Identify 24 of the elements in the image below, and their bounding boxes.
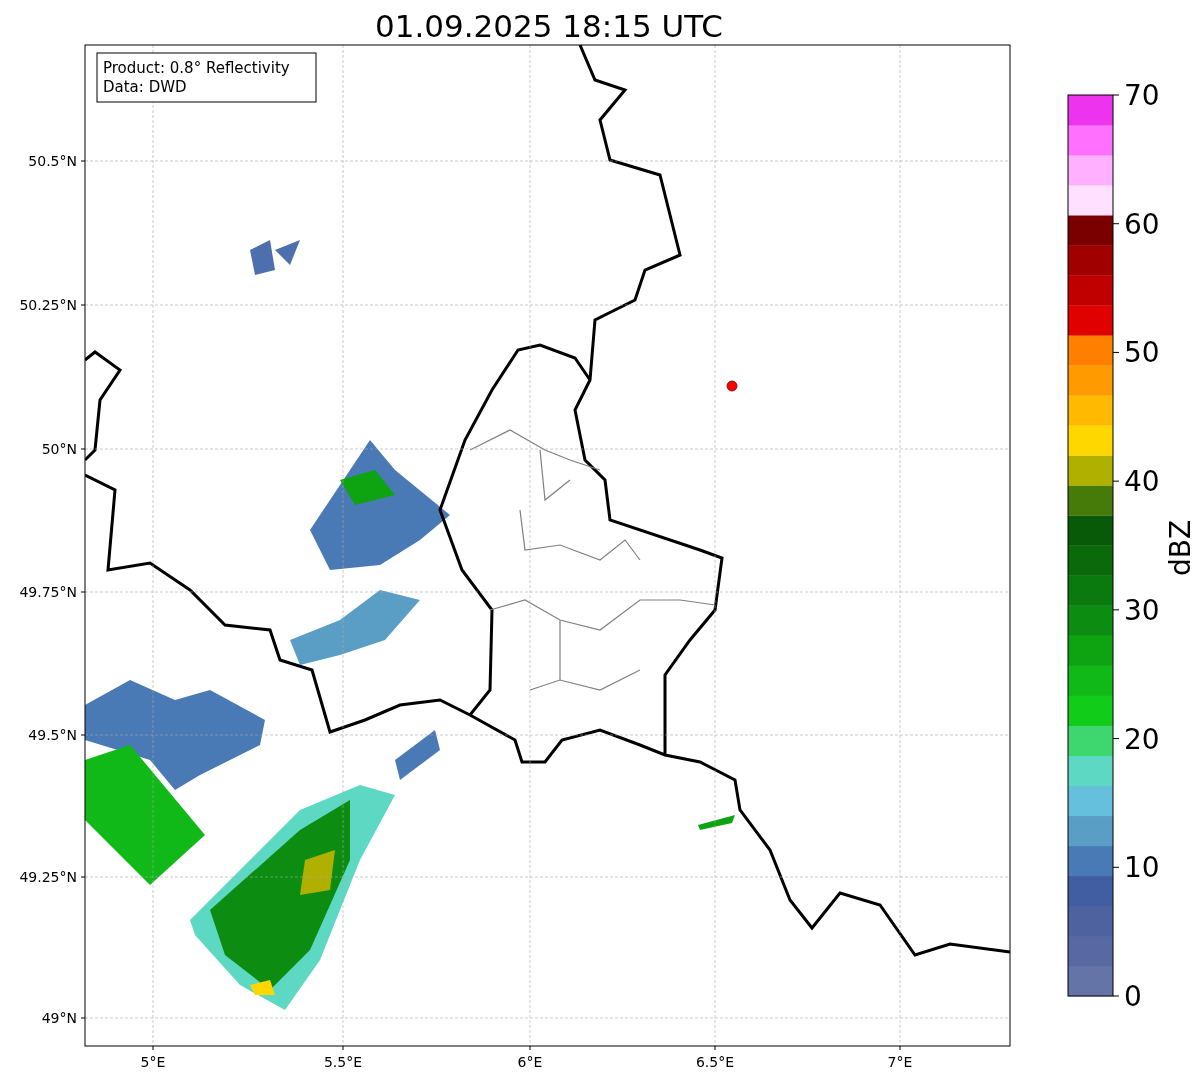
longitude-label: 5.5°E bbox=[323, 1054, 363, 1070]
colorbar-tick-label: 40 bbox=[1124, 465, 1160, 499]
colorbar-tick-label: 50 bbox=[1124, 336, 1160, 370]
colorbar-tick-label: 10 bbox=[1124, 851, 1160, 885]
chart-title: 01.09.2025 18:15 UTC bbox=[375, 8, 723, 44]
longitude-label: 6.5°E bbox=[695, 1054, 735, 1070]
colorbar-tick-label: 20 bbox=[1124, 722, 1160, 756]
longitude-label: 7°E bbox=[887, 1054, 913, 1070]
latitude-label: 49.25°N bbox=[19, 869, 77, 885]
colorbar-tick-label: 30 bbox=[1124, 593, 1160, 627]
colorbar-tick-label: 60 bbox=[1124, 207, 1160, 241]
colorbar-tick-label: 70 bbox=[1124, 79, 1160, 112]
colorbar-tick-label: 0 bbox=[1124, 980, 1142, 1013]
latitude-label: 50°N bbox=[41, 441, 77, 457]
latitude-label: 49.75°N bbox=[19, 584, 77, 600]
latitude-label: 50.5°N bbox=[28, 153, 77, 169]
info-text: Product: 0.8° Reflectivity bbox=[103, 59, 290, 77]
longitude-label: 5°E bbox=[140, 1054, 166, 1070]
latitude-label: 49°N bbox=[41, 1010, 77, 1026]
longitude-label: 6°E bbox=[517, 1054, 543, 1070]
colorbar-label: dBZ bbox=[1164, 519, 1197, 577]
info-text: Data: DWD bbox=[103, 78, 187, 96]
latitude-label: 49.5°N bbox=[28, 727, 77, 743]
latitude-label: 50.25°N bbox=[19, 297, 77, 313]
